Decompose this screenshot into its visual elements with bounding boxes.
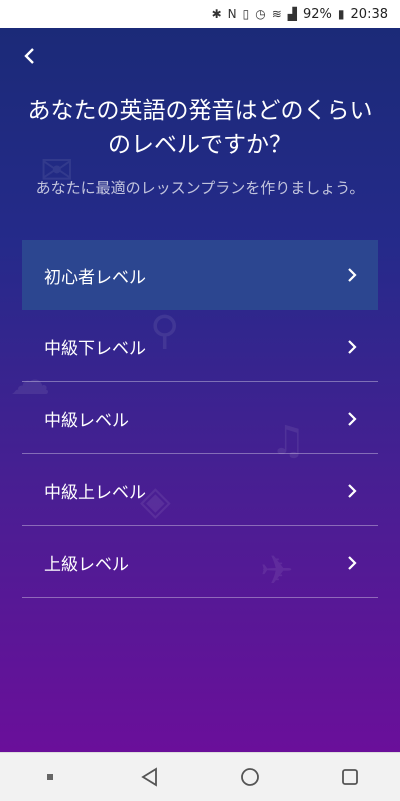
level-selection-screen: ✉ ⚲ ♫ ◈ ✈ ☁ あなたの英語の発音はどのくらいのレベルですか？ あなたに… [0, 28, 400, 752]
bluetooth-icon: ✱ [211, 7, 222, 21]
system-nav-bar [0, 752, 400, 801]
back-triangle-icon [141, 767, 157, 787]
signal-icon: ▟ [287, 7, 298, 21]
overview-nav-button[interactable] [330, 757, 370, 797]
level-label: 中級下レベル [44, 339, 146, 359]
overview-square-icon [342, 769, 358, 785]
back-nav-button[interactable] [130, 757, 170, 797]
recent-apps-dot-button[interactable] [30, 757, 70, 797]
clock: 20:38 [350, 6, 388, 22]
level-option-advanced[interactable]: 上級レベル [22, 528, 378, 598]
chevron-left-icon [24, 48, 34, 64]
nfc-icon: N [227, 7, 237, 21]
vibrate-icon: ▯ [242, 7, 250, 21]
level-label: 初心者レベル [44, 267, 146, 288]
wifi-icon: ≋ [271, 7, 282, 21]
home-nav-button[interactable] [230, 757, 270, 797]
page-title: あなたの英語の発音はどのくらいのレベルですか？ [27, 98, 373, 158]
level-option-beginner[interactable]: 初心者レベル [22, 240, 378, 310]
chevron-right-icon [346, 411, 358, 427]
level-label: 中級レベル [44, 411, 129, 431]
battery-percent: 92% [303, 6, 332, 22]
battery-icon: ▮ [337, 7, 345, 21]
home-circle-icon [241, 768, 259, 786]
chevron-right-icon [346, 267, 358, 283]
level-list: 初心者レベル 中級下レベル 中級レベル 中級上レベル 上級レベル [22, 240, 378, 598]
level-label: 上級レベル [44, 555, 129, 575]
chevron-right-icon [346, 483, 358, 499]
status-bar: ✱ N ▯ ◷ ≋ ▟ 92% ▮ 20:38 [0, 0, 400, 28]
alarm-icon: ◷ [255, 7, 266, 21]
page-subtitle: あなたに最適のレッスンプランを作りましょう。 [35, 179, 365, 197]
chevron-right-icon [346, 555, 358, 571]
back-button[interactable] [14, 40, 46, 72]
recent-apps-dot-icon [47, 774, 53, 780]
level-option-upper-intermediate[interactable]: 中級上レベル [22, 456, 378, 526]
chevron-right-icon [346, 339, 358, 355]
level-label: 中級上レベル [44, 483, 146, 503]
level-option-lower-intermediate[interactable]: 中級下レベル [22, 312, 378, 382]
level-option-intermediate[interactable]: 中級レベル [22, 384, 378, 454]
